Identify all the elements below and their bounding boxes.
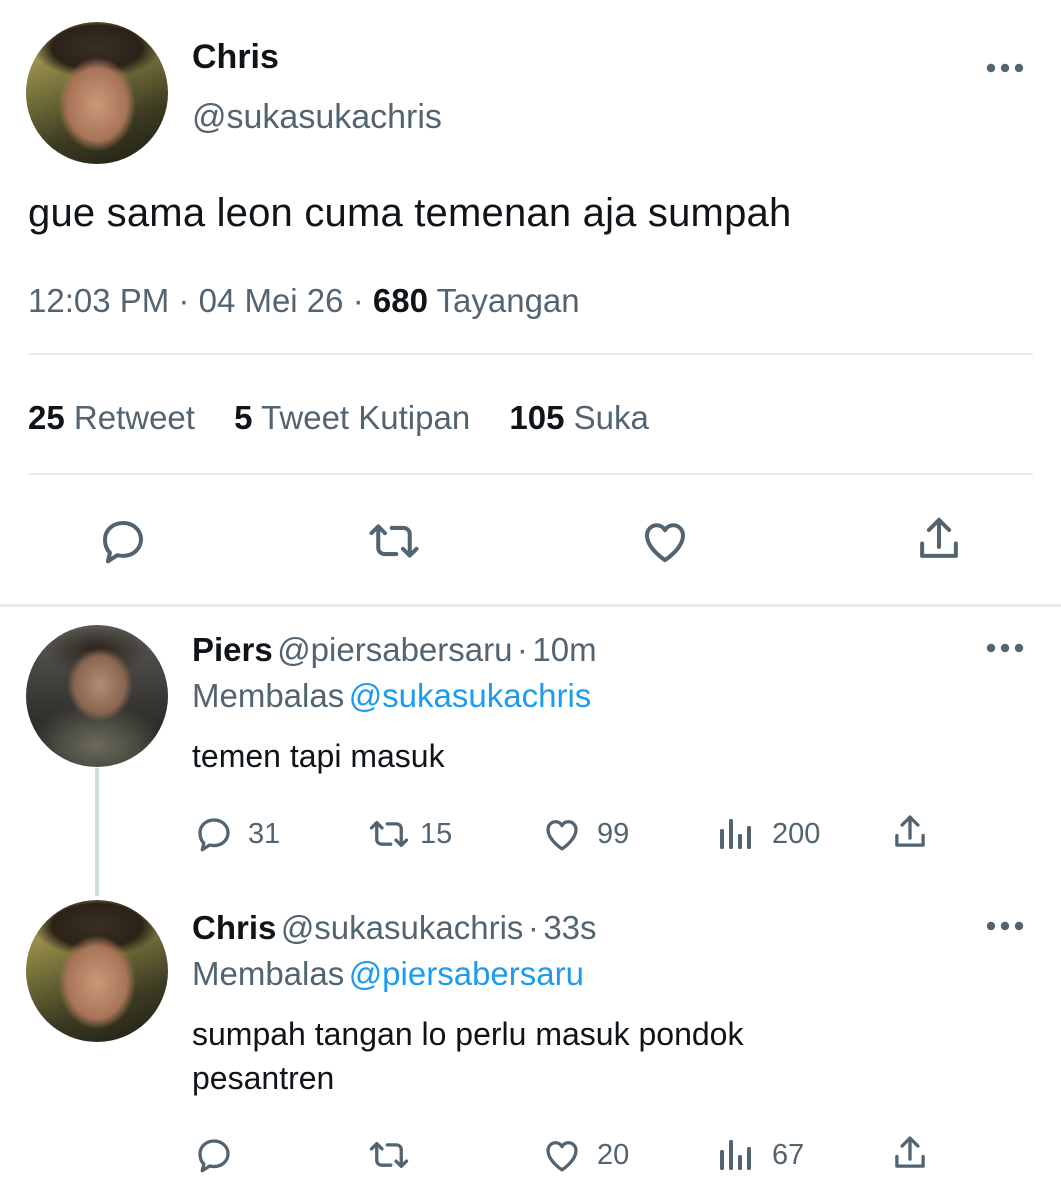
views-count: 67 [772, 1139, 805, 1171]
reply-count: 31 [248, 818, 281, 850]
meta-separator: · [527, 909, 539, 946]
reply-icon[interactable] [193, 813, 235, 855]
time-ago[interactable]: 33s [543, 909, 596, 946]
replying-prefix: Membalas [192, 677, 345, 714]
like-icon[interactable] [540, 813, 584, 855]
like-icon[interactable] [637, 514, 693, 568]
divider [0, 604, 1061, 607]
share-icon[interactable] [889, 811, 931, 853]
author-name[interactable]: Piers [192, 631, 273, 668]
author-name[interactable]: Chris [192, 38, 279, 77]
engagement-stats: 25 Retweet 5 Tweet Kutipan 105 Suka [28, 399, 649, 437]
tweet-time: 12:03 PM [28, 282, 170, 319]
reply-header: Piers @piersabersaru · 10m [192, 631, 597, 669]
reply-header: Chris @sukasukachris · 33s [192, 909, 597, 947]
author-name[interactable]: Chris [192, 909, 276, 946]
retweet-count: 15 [420, 818, 453, 850]
tweet-date: 04 Mei 26 [198, 282, 344, 319]
like-count: 99 [597, 818, 630, 850]
views-count: 200 [772, 818, 821, 850]
reply-text-line: sumpah tangan lo perlu masuk pondok [192, 1016, 744, 1052]
more-icon[interactable] [985, 920, 1025, 932]
author-handle[interactable]: @sukasukachris [192, 98, 442, 137]
views-count: 680 [372, 282, 428, 319]
retweet-icon[interactable] [365, 813, 413, 855]
share-icon[interactable] [912, 512, 966, 566]
thread-line [95, 768, 99, 896]
replying-handle-link[interactable]: @piersabersaru [349, 955, 584, 992]
views-icon[interactable] [718, 1138, 754, 1174]
meta-separator: · [178, 282, 190, 319]
avatar[interactable] [26, 625, 168, 767]
reply-icon[interactable] [96, 514, 150, 568]
tweet-text: gue sama leon cuma temenan aja sumpah [28, 191, 792, 235]
time-ago[interactable]: 10m [532, 631, 596, 668]
meta-separator: · [352, 282, 364, 319]
divider [28, 353, 1033, 355]
retweet-icon[interactable] [365, 1134, 413, 1176]
more-icon[interactable] [985, 62, 1025, 74]
more-icon[interactable] [985, 642, 1025, 654]
like-count: 20 [597, 1139, 630, 1171]
retweet-icon[interactable] [364, 514, 424, 568]
share-icon[interactable] [889, 1132, 931, 1174]
replying-to: Membalas @piersabersaru [192, 955, 584, 993]
reply-text-line: pesantren [192, 1060, 335, 1096]
reply-text: sumpah tangan lo perlu masuk pondok pesa… [192, 1012, 743, 1100]
replying-handle-link[interactable]: @sukasukachris [349, 677, 592, 714]
meta-separator: · [516, 631, 528, 668]
quotes-stat[interactable]: 5 Tweet Kutipan [234, 399, 470, 436]
replying-to: Membalas @sukasukachris [192, 677, 591, 715]
author-handle[interactable]: @piersabersaru [277, 631, 512, 668]
likes-stat[interactable]: 105 Suka [509, 399, 648, 436]
tweet-meta: 12:03 PM · 04 Mei 26 · 680 Tayangan [28, 282, 580, 320]
reply-icon[interactable] [193, 1134, 235, 1176]
reply-text: temen tapi masuk [192, 738, 445, 774]
like-icon[interactable] [540, 1134, 584, 1176]
retweets-stat[interactable]: 25 Retweet [28, 399, 195, 436]
replying-prefix: Membalas [192, 955, 345, 992]
divider [28, 473, 1033, 475]
avatar[interactable] [26, 900, 168, 1042]
views-icon[interactable] [718, 817, 754, 853]
views-label: Tayangan [436, 282, 580, 319]
author-handle[interactable]: @sukasukachris [281, 909, 524, 946]
avatar[interactable] [26, 22, 168, 164]
